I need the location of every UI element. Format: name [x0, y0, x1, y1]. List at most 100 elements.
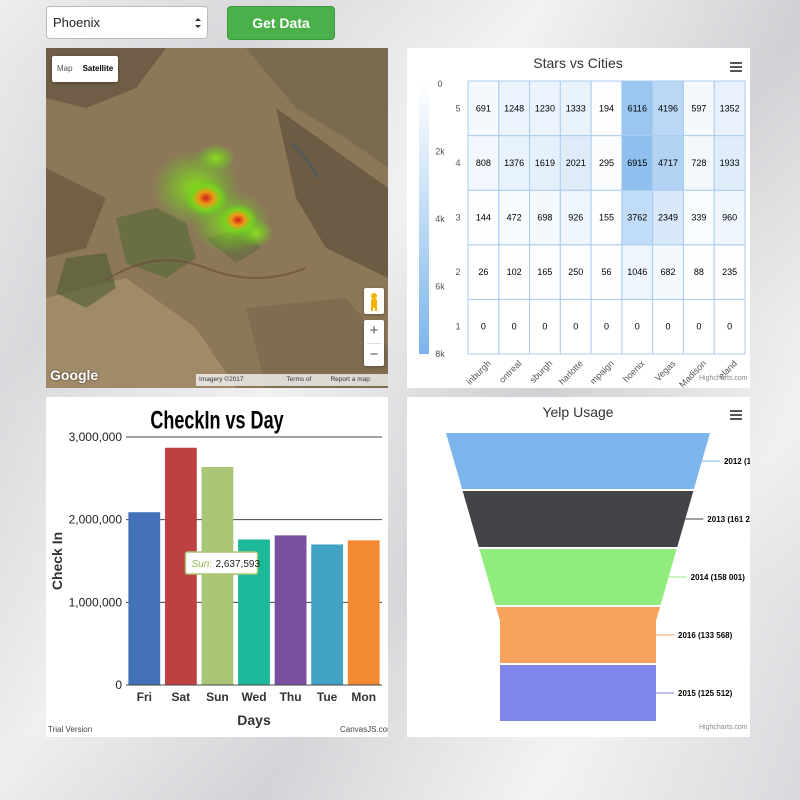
funnel-segment	[500, 665, 656, 721]
heatmap-cell-label: 235	[722, 267, 737, 277]
checkin-bar	[201, 466, 234, 685]
heatmap-x-tick-label: Vegas	[653, 358, 678, 383]
checkin-bar	[128, 512, 161, 685]
checkin-x-tick-label: Sat	[172, 690, 191, 704]
heatmap-cell-label: 4717	[658, 158, 678, 168]
funnel-title: Yelp Usage	[542, 404, 613, 420]
map-report-link[interactable]: Report a map error	[327, 374, 388, 386]
funnel-stage-label: 2012 (179 2...	[724, 457, 750, 466]
funnel-credit[interactable]: Highcharts.com	[699, 724, 748, 731]
map-terms-link[interactable]: Terms of Use	[283, 374, 327, 386]
heatmap-cell-label: 194	[599, 103, 614, 113]
heatmap-cell-label: 926	[568, 213, 583, 223]
heatmap-x-tick-label: harlotte	[557, 358, 585, 386]
zoom-out-button[interactable]: −	[364, 344, 384, 367]
funnel-stage-label: 2014 (158 001)	[691, 573, 746, 582]
checkin-x-tick-label: Sun	[206, 690, 229, 704]
heatmap-credit[interactable]: Highcharts.com	[699, 375, 748, 382]
color-axis-tick-label: 8k	[435, 349, 445, 359]
checkin-bar	[311, 544, 344, 685]
heatmap-x-tick-label: Madison	[677, 358, 708, 388]
heatmap-y-tick-label: 4	[455, 158, 460, 168]
heatmap-cell-label: 808	[476, 158, 491, 168]
map-type-control: Map Satellite	[52, 56, 119, 82]
stars-heatmap-chart: Stars vs Cities 0 2k 4k 6k 8k 0 0 0 0 0 0 0 0 0 26 102 1…	[419, 55, 746, 388]
funnel-segment	[479, 549, 677, 605]
google-logo[interactable]: Google	[50, 367, 98, 383]
pegman-button[interactable]	[364, 288, 384, 314]
heatmap-cell-label: 698	[537, 213, 552, 223]
funnel-stage-label: 2015 (125 512)	[678, 689, 733, 698]
heatmap-cell-label: 339	[691, 213, 706, 223]
canvasjs-credit[interactable]: CanvasJS.com	[340, 725, 388, 734]
checkin-chart-title: CheckIn vs Day	[150, 406, 283, 435]
funnel-stage-label: 2013 (161 283)	[707, 515, 750, 524]
heatmap-cell-label: 1352	[720, 103, 740, 113]
heatmap-title: Stars vs Cities	[533, 55, 622, 71]
heatmap-cell-label: 88	[694, 267, 704, 277]
funnel-segment	[446, 433, 710, 489]
funnel-segment	[462, 491, 694, 547]
heatmap-cell-label: 597	[691, 103, 706, 113]
yelp-usage-funnel-chart: Yelp Usage 2012 (179 2... 2013 (161 283) 20…	[446, 404, 750, 721]
heatmap-cell-label: 691	[476, 103, 491, 113]
checkin-y-tick-label: 3,000,000	[69, 430, 123, 444]
checkin-y-tick-label: 2,000,000	[69, 513, 123, 527]
funnel-stage-label: 2016 (133 568)	[678, 631, 733, 640]
zoom-in-button[interactable]: +	[364, 320, 384, 343]
heatmap-cell-label: 6915	[627, 158, 647, 168]
checkin-y-axis-title: Check In	[49, 532, 65, 590]
heatmap-x-tick-label: ontreal	[497, 358, 524, 385]
get-data-button[interactable]: Get Data	[227, 6, 335, 40]
checkin-x-tick-label: Mon	[351, 690, 376, 704]
checkin-y-tick-label: 0	[115, 678, 122, 692]
heatmap-y-tick-label: 2	[455, 267, 460, 277]
heatmap-cell-label: 0	[696, 322, 701, 332]
heatmap-cell-label: 3762	[627, 213, 647, 223]
heatmap-cell-label: 2021	[566, 158, 586, 168]
heatmap-x-tick-label: hoenix	[621, 358, 647, 384]
color-axis-tick-label: 0	[437, 79, 442, 89]
heatmap-x-tick-label: mpaign	[588, 358, 616, 386]
heatmap-cell-label: 1933	[720, 158, 740, 168]
map-panel[interactable]: Map Satellite + − Google Imagery ©2017 T…	[46, 48, 388, 388]
top-controls: Phoenix Get Data	[46, 6, 335, 40]
checkin-x-tick-label: Tue	[317, 690, 338, 704]
heatmap-cell-label: 1619	[535, 158, 555, 168]
heatmap-y-tick-label: 3	[455, 213, 460, 223]
city-select-value: Phoenix	[53, 15, 100, 30]
satellite-map[interactable]	[46, 48, 388, 388]
heatmap-cell-label: 0	[666, 322, 671, 332]
city-select[interactable]: Phoenix	[46, 6, 208, 39]
zoom-control: + −	[364, 320, 384, 366]
color-axis-tick-label: 4k	[435, 214, 445, 224]
heatmap-x-tick-label: sburgh	[528, 358, 555, 385]
heatmap-cell-label: 960	[722, 213, 737, 223]
heatmap-cell-label: 1046	[627, 267, 647, 277]
heatmap-cell-label: 1376	[504, 158, 524, 168]
map-type-satellite-button[interactable]: Satellite	[78, 56, 119, 82]
heatmap-y-tick-label: 1	[455, 322, 460, 332]
heatmap-cell-label: 1230	[535, 103, 555, 113]
map-type-map-button[interactable]: Map	[52, 56, 78, 82]
heatmap-cell-label: 1333	[566, 103, 586, 113]
heatmap-cell-label: 295	[599, 158, 614, 168]
chevron-updown-icon	[195, 18, 201, 28]
heatmap-menu-icon[interactable]	[730, 62, 742, 72]
heatmap-cell-label: 102	[507, 267, 522, 277]
heatmap-cell-label: 26	[478, 267, 488, 277]
heatmap-y-tick-label: 5	[455, 103, 460, 113]
heatmap-x-tick-label: inburgh	[464, 358, 492, 386]
heatmap-cell-label: 1248	[504, 103, 524, 113]
checkin-chart-panel: CheckIn vs Day 0 1,000,000 2,000,000 3,000,0…	[46, 397, 388, 737]
checkin-tooltip-value: 2,637,593	[216, 559, 261, 570]
heatmap-cell-label: 0	[573, 322, 578, 332]
checkin-x-axis-title: Days	[237, 712, 271, 728]
stars-heatmap-panel: Stars vs Cities 0 2k 4k 6k 8k 0 0 0 0 0 0 0 0 0 26 102 1…	[407, 48, 750, 388]
checkin-x-tick-label: Wed	[241, 690, 266, 704]
color-axis-bar	[419, 84, 429, 354]
heatmap-cell-label: 56	[601, 267, 611, 277]
heatmap-cell-label: 2349	[658, 213, 678, 223]
funnel-menu-icon[interactable]	[730, 410, 742, 420]
checkin-y-tick-label: 1,000,000	[69, 595, 123, 609]
